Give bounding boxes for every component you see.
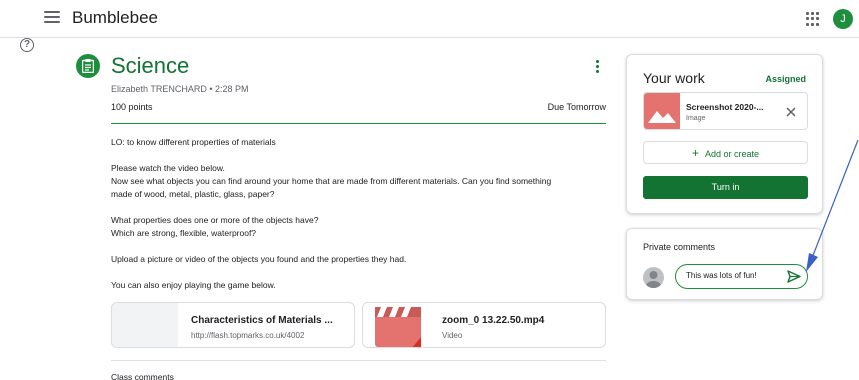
description-line: LO: to know different properties of mate… bbox=[111, 137, 276, 147]
turn-in-button[interactable]: Turn in bbox=[643, 176, 808, 199]
plus-icon: + bbox=[691, 146, 699, 160]
description-line: You can also enjoy playing the game belo… bbox=[111, 280, 276, 290]
image-thumbnail-icon bbox=[644, 93, 680, 129]
attached-file-chip[interactable]: Screenshot 2020-... Image bbox=[643, 92, 808, 130]
attachment-type: Video bbox=[442, 331, 463, 340]
add-or-create-label: Add or create bbox=[704, 149, 760, 159]
private-comments-title: Private comments bbox=[643, 242, 716, 252]
work-status-badge: Assigned bbox=[765, 74, 806, 84]
description-line: Upload a picture or video of the objects… bbox=[111, 254, 407, 264]
attached-file-type: Image bbox=[686, 115, 706, 122]
apps-grid-icon[interactable] bbox=[806, 12, 820, 26]
assignment-points: 100 points bbox=[111, 102, 153, 112]
top-app-bar: Bumblebee J bbox=[0, 0, 859, 38]
your-work-title: Your work bbox=[643, 70, 705, 86]
app-name[interactable]: Bumblebee bbox=[72, 8, 158, 28]
assignment-icon bbox=[76, 54, 100, 78]
link-thumbnail bbox=[112, 303, 178, 347]
video-thumbnail bbox=[363, 303, 429, 347]
attachment-title: Characteristics of Materials ... bbox=[191, 315, 333, 326]
close-icon[interactable] bbox=[785, 105, 797, 117]
assignment-author: Elizabeth TRENCHARD • 2:28 PM bbox=[111, 84, 249, 94]
attachment-title: zoom_0 13.22.50.mp4 bbox=[442, 315, 545, 326]
more-options-icon[interactable] bbox=[596, 60, 600, 74]
attached-file-name: Screenshot 2020-... bbox=[686, 102, 764, 112]
description-line: What properties does one or more of the … bbox=[111, 215, 319, 225]
attachment-video-card[interactable]: zoom_0 13.22.50.mp4 Video bbox=[362, 302, 606, 348]
annotation-arrow-icon bbox=[806, 140, 859, 272]
account-avatar[interactable]: J bbox=[833, 9, 853, 29]
description-line: Please watch the video below. bbox=[111, 163, 225, 173]
menu-icon[interactable] bbox=[44, 11, 60, 25]
comments-divider bbox=[111, 360, 606, 361]
add-or-create-button[interactable]: + Add or create bbox=[643, 141, 808, 164]
send-icon[interactable] bbox=[787, 270, 801, 283]
assignment-title: Science bbox=[111, 53, 190, 78]
description-line: made of wood, metal, plastic, glass, pap… bbox=[111, 189, 275, 199]
class-comments-label[interactable]: Class comments bbox=[111, 372, 174, 380]
private-comment-input[interactable] bbox=[686, 271, 781, 280]
assignment-due-date: Due Tomorrow bbox=[547, 102, 606, 112]
description-line: Now see what objects you can find around… bbox=[111, 176, 552, 186]
help-icon[interactable]: ? bbox=[20, 38, 34, 52]
video-clapper-icon bbox=[375, 307, 421, 347]
description-line: Which are strong, flexible, waterproof? bbox=[111, 228, 257, 238]
attachment-url: http://flash.topmarks.co.uk/4002 bbox=[191, 331, 305, 340]
your-work-card: Your work Assigned Screenshot 2020-... I… bbox=[626, 54, 823, 214]
user-avatar-icon bbox=[643, 267, 664, 288]
attachment-link-card[interactable]: Characteristics of Materials ... http://… bbox=[111, 302, 355, 348]
private-comments-card: Private comments bbox=[626, 228, 823, 300]
header-divider bbox=[111, 123, 606, 124]
private-comment-field[interactable] bbox=[675, 264, 808, 289]
